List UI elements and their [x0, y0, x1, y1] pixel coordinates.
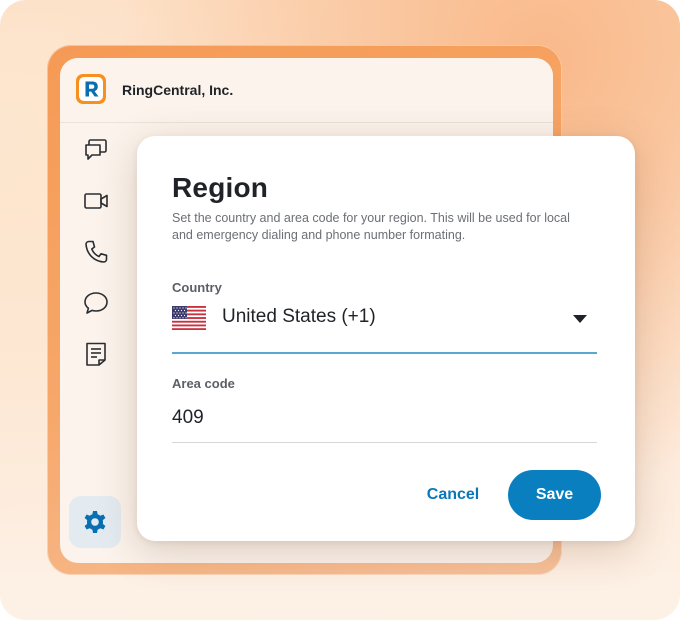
- save-button[interactable]: Save: [508, 470, 601, 520]
- company-name: RingCentral, Inc.: [122, 82, 234, 98]
- notes-icon[interactable]: [82, 340, 110, 368]
- country-select[interactable]: United States (+1): [172, 296, 597, 354]
- messages-icon[interactable]: [82, 136, 110, 164]
- dialog-description: Set the country and area code for your r…: [172, 211, 570, 242]
- us-flag-icon: [172, 306, 206, 330]
- video-icon[interactable]: [82, 187, 110, 215]
- area-code-label: Area code: [172, 376, 235, 391]
- phone-icon[interactable]: [82, 238, 110, 266]
- chat-icon[interactable]: [82, 289, 110, 317]
- area-code-input[interactable]: [172, 394, 597, 443]
- cancel-button[interactable]: Cancel: [413, 471, 493, 519]
- app-header: RingCentral, Inc.: [60, 58, 553, 123]
- region-dialog: Region Set the country and area code for…: [137, 136, 635, 541]
- ringcentral-logo-icon: [76, 74, 106, 104]
- country-value: United States (+1): [222, 306, 376, 327]
- settings-button[interactable]: [69, 496, 121, 548]
- country-label: Country: [172, 280, 222, 295]
- gear-icon: [84, 511, 106, 533]
- caret-down-icon: [573, 314, 587, 324]
- dialog-title: Region: [172, 172, 269, 203]
